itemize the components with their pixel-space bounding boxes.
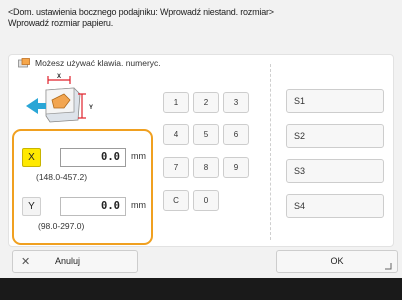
panel-divider [270, 64, 271, 240]
key-1[interactable]: 1 [163, 92, 189, 113]
cancel-button[interactable]: ✕ Anuluj [12, 250, 138, 273]
x-value-field[interactable]: 0.0 [60, 148, 126, 167]
memory-button-s2[interactable]: S2 [286, 124, 384, 148]
y-value-field[interactable]: 0.0 [60, 197, 126, 216]
key-3[interactable]: 3 [223, 92, 249, 113]
y-range: (98.0-297.0) [38, 221, 85, 231]
memory-button-s4[interactable]: S4 [286, 194, 384, 218]
enter-corner-icon [385, 263, 392, 270]
key-2[interactable]: 2 [193, 92, 219, 113]
key-0[interactable]: 0 [193, 190, 219, 211]
bottom-status-bar [0, 278, 402, 300]
keyboard-icon [18, 58, 30, 68]
keyboard-hint: Możesz używać klawia. numeryc. [18, 58, 161, 68]
x-unit: mm [131, 151, 146, 161]
paper-size-diagram-icon: X Y [26, 74, 93, 123]
header-instruction: Wprowadź rozmiar papieru. [8, 18, 114, 28]
key-8[interactable]: 8 [193, 157, 219, 178]
header-breadcrumb: <Dom. ustawienia bocznego podajniku: Wpr… [8, 7, 274, 17]
key-clear[interactable]: C [163, 190, 189, 211]
cancel-label: Anuluj [55, 256, 81, 266]
memory-button-s3[interactable]: S3 [286, 159, 384, 183]
x-field-label-button[interactable]: X [22, 148, 41, 167]
ok-label: OK [330, 256, 344, 266]
key-6[interactable]: 6 [223, 124, 249, 145]
diagram-x-label: X [57, 74, 61, 80]
key-9[interactable]: 9 [223, 157, 249, 178]
diagram-y-label: Y [89, 105, 93, 111]
page-header: <Dom. ustawienia bocznego podajniku: Wpr… [8, 7, 398, 29]
y-unit: mm [131, 200, 146, 210]
key-7[interactable]: 7 [163, 157, 189, 178]
ok-button[interactable]: OK [276, 250, 398, 273]
key-4[interactable]: 4 [163, 124, 189, 145]
x-range: (148.0-457.2) [36, 172, 88, 182]
y-field-label-button[interactable]: Y [22, 197, 41, 216]
memory-button-s1[interactable]: S1 [286, 89, 384, 113]
keyboard-hint-text: Możesz używać klawia. numeryc. [35, 58, 161, 68]
close-icon: ✕ [21, 256, 31, 268]
key-5[interactable]: 5 [193, 124, 219, 145]
